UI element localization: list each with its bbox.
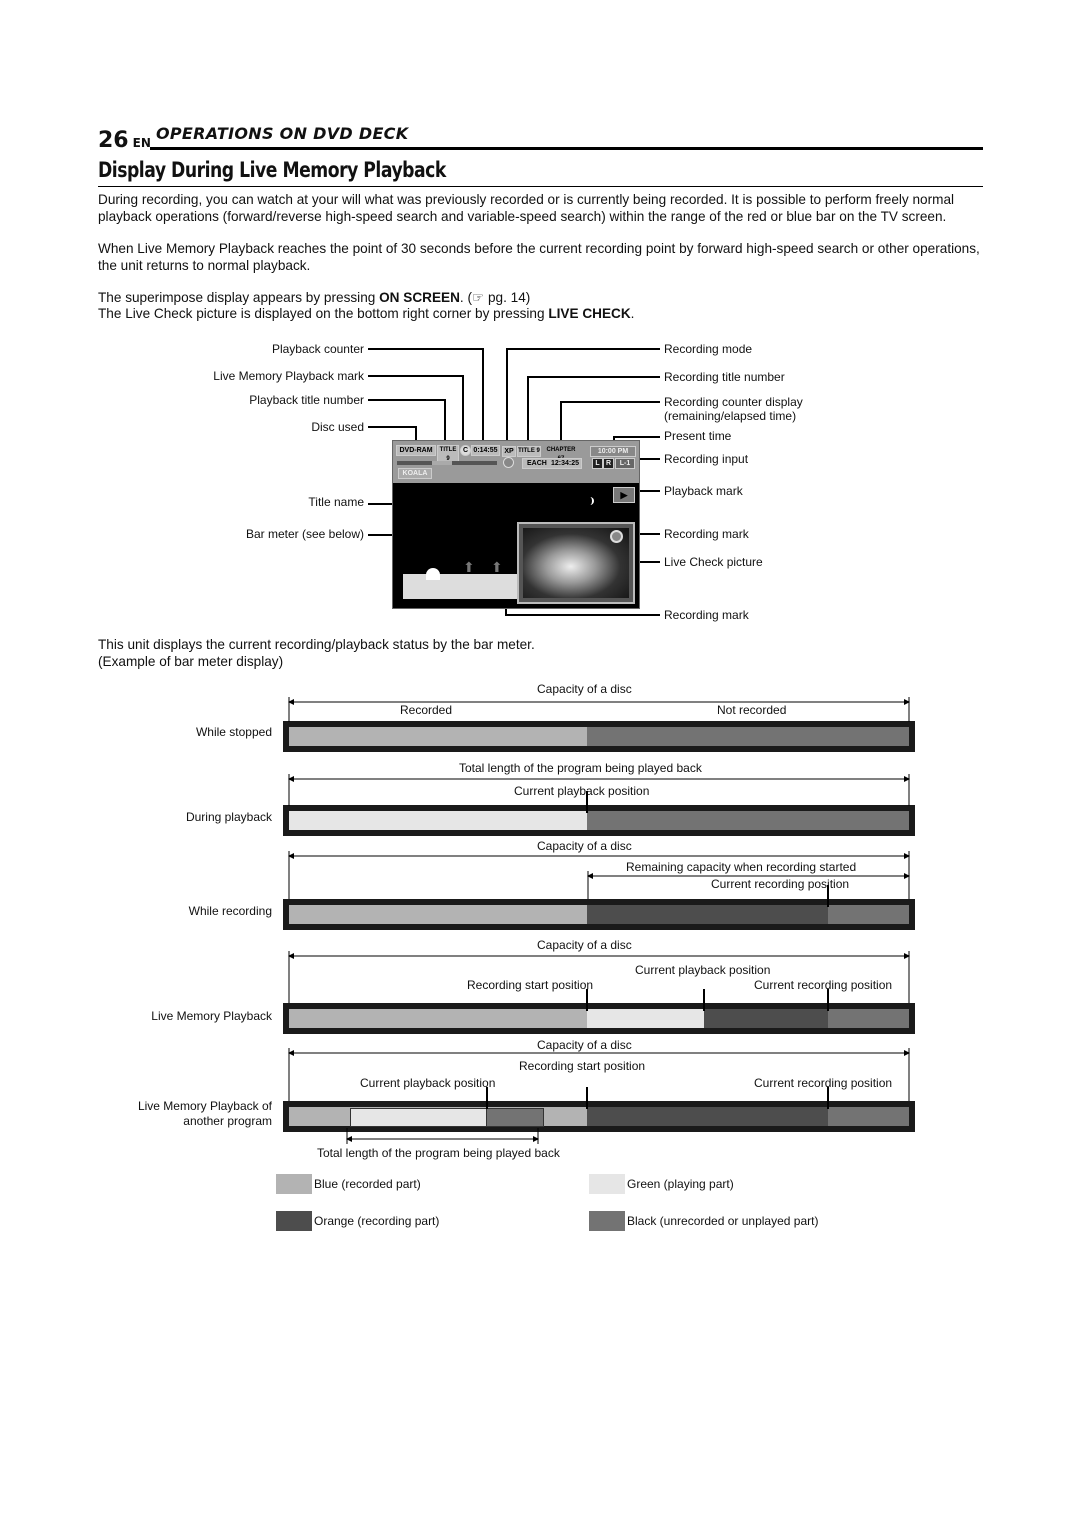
legend-label-orange: Orange (recording part) bbox=[314, 1214, 440, 1228]
dimension-arrows bbox=[288, 697, 910, 1144]
legend-label-black: Black (unrecorded or unplayed part) bbox=[627, 1214, 819, 1228]
position-marker bbox=[486, 1087, 489, 1109]
position-marker bbox=[703, 989, 706, 1011]
position-marker bbox=[585, 791, 588, 813]
legend-swatch-black bbox=[589, 1211, 625, 1231]
position-marker bbox=[827, 885, 830, 907]
position-marker bbox=[827, 1087, 830, 1109]
legend-swatch-blue bbox=[276, 1174, 312, 1194]
legend-label-green: Green (playing part) bbox=[627, 1177, 734, 1191]
position-marker bbox=[585, 1087, 588, 1109]
legend-swatch-green bbox=[589, 1174, 625, 1194]
position-marker bbox=[827, 989, 830, 1011]
legend-label-blue: Blue (recorded part) bbox=[314, 1177, 421, 1191]
position-marker bbox=[585, 989, 588, 1011]
legend-swatch-orange bbox=[276, 1211, 312, 1231]
